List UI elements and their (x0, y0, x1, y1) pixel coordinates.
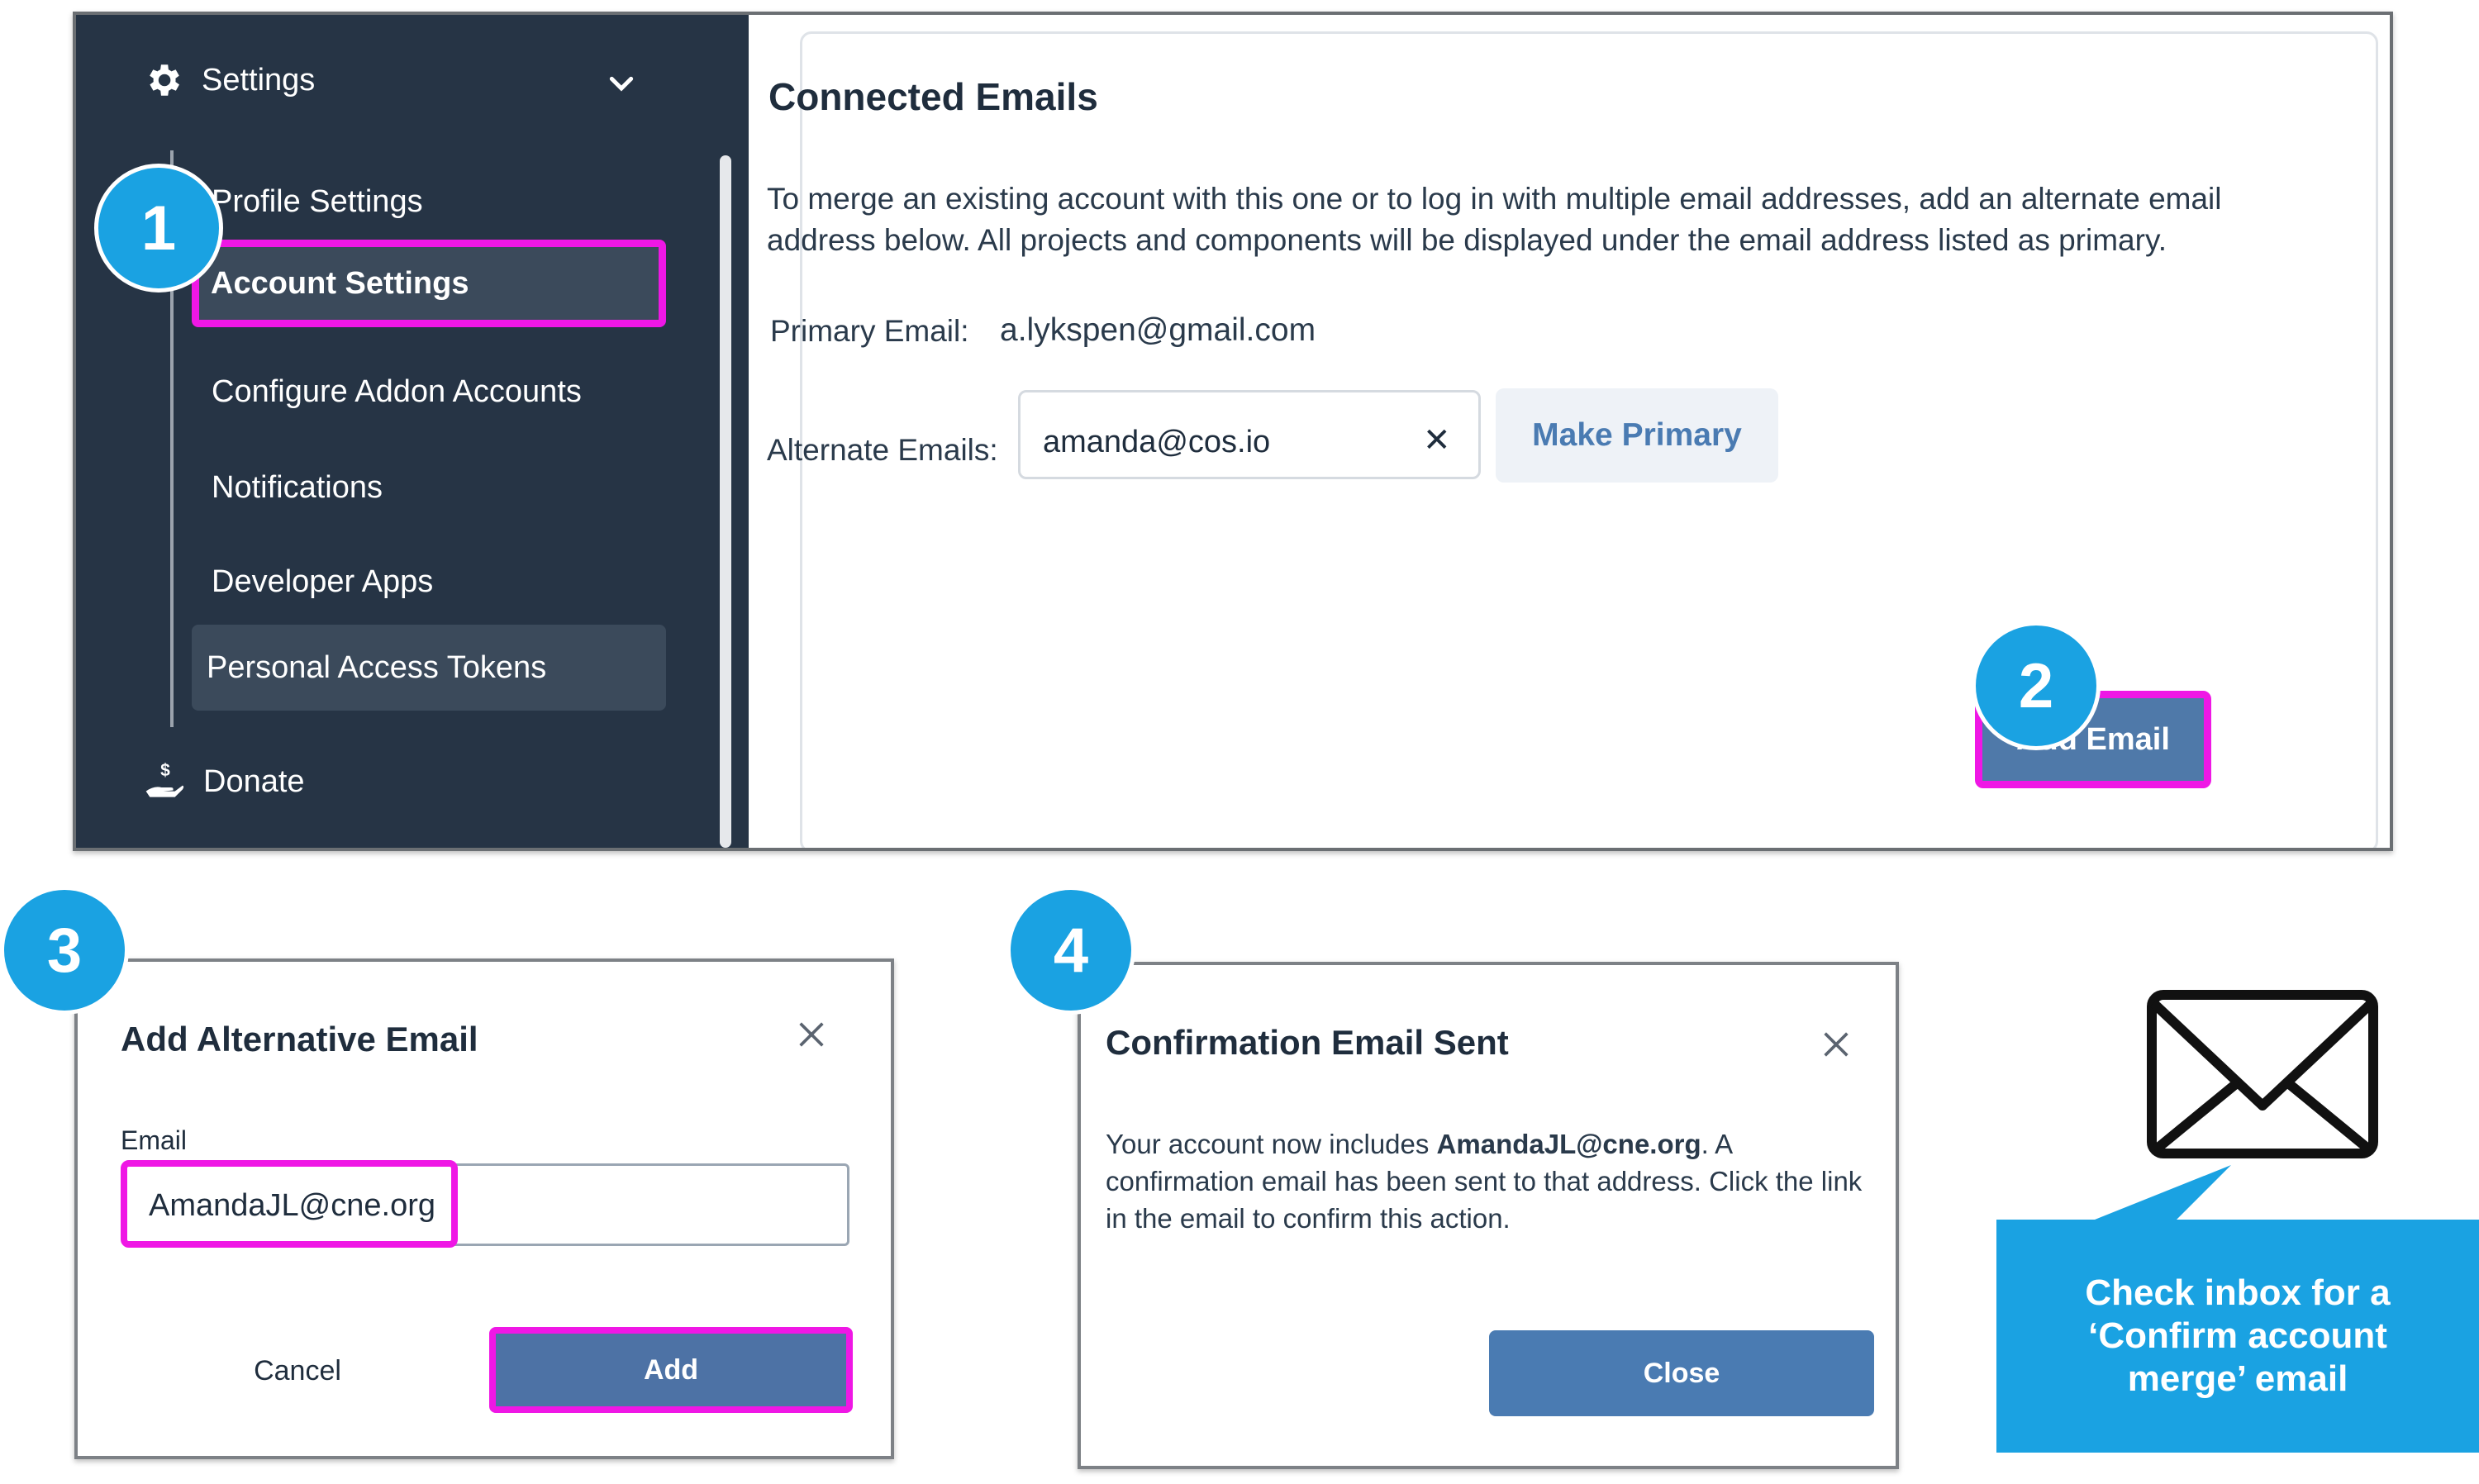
connected-emails-description: To merge an existing account with this o… (767, 182, 2222, 257)
email-field-label: Email (121, 1125, 188, 1155)
sidebar-item-notifications[interactable]: Notifications (197, 445, 689, 530)
sent-dialog-title: Confirmation Email Sent (1106, 1023, 1509, 1062)
message-text: Your account now includes (1106, 1129, 1437, 1159)
add-button[interactable]: Add (489, 1327, 853, 1413)
sidebar-item-profile-settings[interactable]: Profile Settings (197, 159, 689, 245)
close-button[interactable]: Close (1489, 1330, 1874, 1416)
svg-text:$: $ (160, 761, 170, 780)
step-badge-4: 4 (1006, 886, 1135, 1015)
sidebar-item-donate[interactable]: $ Donate (142, 759, 305, 805)
make-primary-button[interactable]: Make Primary (1496, 388, 1778, 483)
close-icon[interactable] (795, 1018, 828, 1051)
sidebar-item-personal-access-tokens[interactable]: Personal Access Tokens (192, 625, 666, 711)
sidebar-item-label: Notifications (212, 469, 383, 505)
donate-label: Donate (203, 763, 305, 799)
gear-icon (150, 64, 179, 96)
sidebar-item-label: Developer Apps (212, 564, 434, 599)
email-field-value: AmandaJL@cne.org (149, 1188, 435, 1223)
sidebar-item-configure-addon-accounts[interactable]: Configure Addon Accounts (197, 349, 689, 435)
envelope-icon (2147, 990, 2378, 1158)
alternate-email-value: amanda@cos.io (1043, 425, 1271, 459)
sidebar-item-label: Profile Settings (212, 183, 423, 219)
close-icon[interactable] (1820, 1028, 1853, 1061)
sidebar: Settings Profile Settings Account Settin… (76, 15, 749, 848)
add-dialog-title: Add Alternative Email (121, 1020, 478, 1058)
step-badge-2: 2 (1972, 621, 2101, 750)
settings-label: Settings (202, 62, 316, 98)
step-badge-3: 3 (0, 886, 129, 1015)
chevron-down-icon[interactable] (605, 68, 638, 101)
cancel-button[interactable]: Cancel (248, 1350, 347, 1391)
remove-alternate-email-icon[interactable]: ✕ (1423, 421, 1451, 459)
sidebar-item-label: Configure Addon Accounts (212, 373, 582, 409)
sidebar-item-label: Personal Access Tokens (207, 649, 547, 685)
settings-section-header[interactable]: Settings (142, 59, 315, 101)
alternate-emails-label: Alternate Emails: (767, 433, 998, 467)
sidebar-item-developer-apps[interactable]: Developer Apps (197, 539, 689, 625)
sidebar-scrollbar[interactable] (720, 155, 731, 848)
callout-text: Check inbox for a ‘Confirm account merge… (2085, 1272, 2391, 1399)
sidebar-item-account-settings[interactable]: Account Settings (192, 240, 666, 327)
sidebar-item-label: Account Settings (211, 265, 469, 301)
donate-hand-icon: $ (145, 761, 184, 797)
primary-email-value: a.lykspen@gmail.com (1000, 312, 1316, 348)
inbox-callout: Check inbox for a ‘Confirm account merge… (1996, 1220, 2479, 1453)
message-email: AmandaJL@cne.org (1436, 1129, 1701, 1159)
step-badge-1: 1 (94, 164, 223, 293)
connected-emails-title: Connected Emails (768, 75, 1098, 118)
sent-dialog-message: Your account now includes AmandaJL@cne.o… (1106, 1125, 1866, 1237)
primary-email-label: Primary Email: (770, 314, 969, 348)
